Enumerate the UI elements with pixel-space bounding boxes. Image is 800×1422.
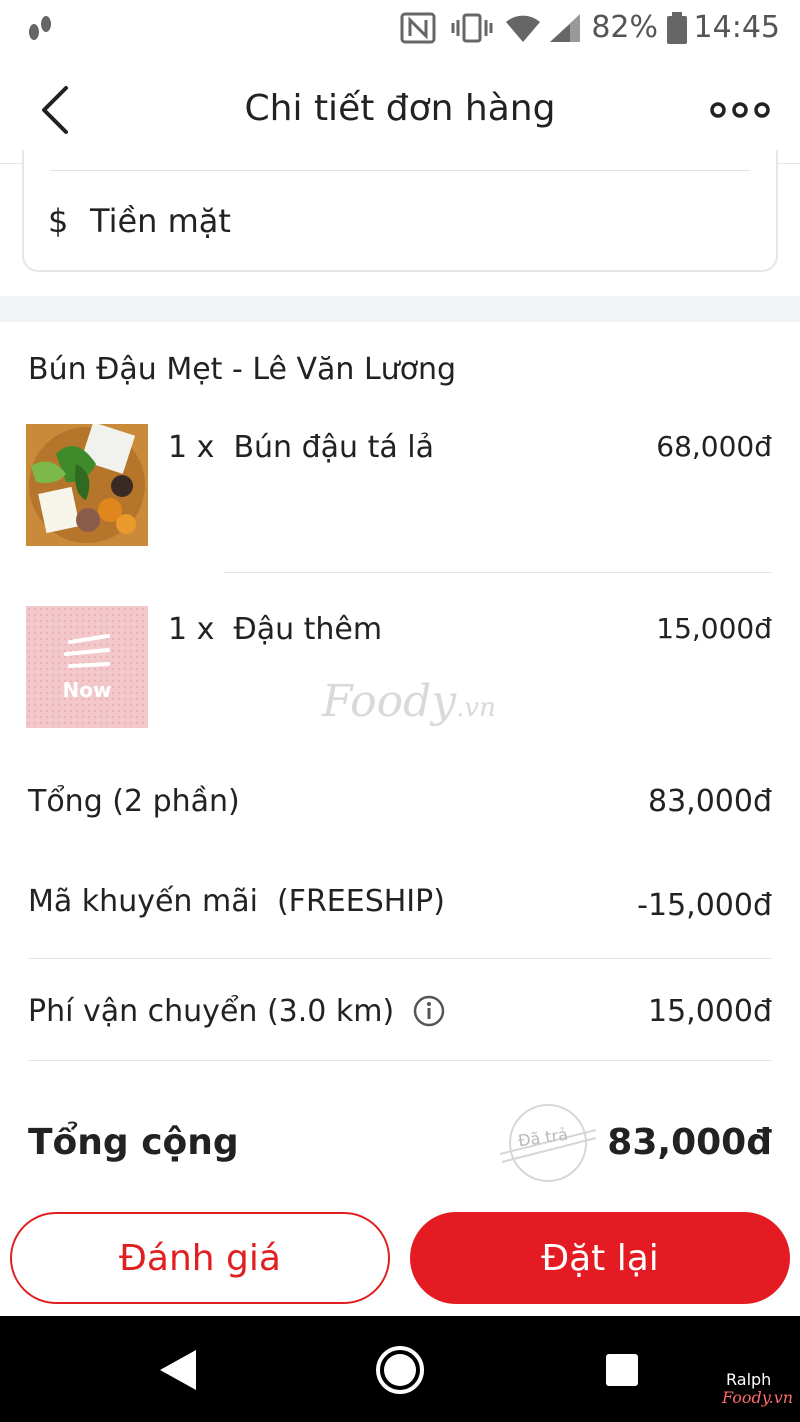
- total-label: Tổng cộng: [28, 1122, 239, 1163]
- battery-percent: 82%: [591, 10, 658, 45]
- promo-label: Mã khuyến mãi (FREESHIP): [28, 884, 445, 919]
- watermark-brand: Foody: [322, 676, 457, 727]
- now-label: Now: [62, 678, 112, 702]
- nav-back-icon[interactable]: [158, 1348, 198, 1392]
- nav-home-icon[interactable]: [374, 1344, 426, 1396]
- review-button[interactable]: Đánh giá: [10, 1212, 390, 1304]
- nav-recents-icon[interactable]: [604, 1352, 640, 1388]
- paid-stamp: Đã trả: [498, 1100, 598, 1186]
- total-row: Tổng cộng 83,000đ: [28, 1122, 772, 1172]
- divider: [28, 958, 772, 959]
- shipping-row: Phí vận chuyển (3.0 km) 15,000đ: [28, 994, 772, 1044]
- divider: [50, 170, 750, 171]
- item-thumbnail: [26, 424, 148, 546]
- info-icon[interactable]: [412, 994, 446, 1028]
- page-title: Chi tiết đơn hàng: [244, 88, 556, 129]
- vibrate-icon: [451, 13, 493, 43]
- shipping-value: 15,000đ: [647, 994, 772, 1029]
- foody-watermark: Foody.vn: [322, 676, 496, 727]
- subtotal-label: Tổng (2 phần): [28, 784, 240, 819]
- item-thumbnail: Now: [26, 606, 148, 728]
- section-gap: [0, 296, 800, 322]
- shipping-label: Phí vận chuyển (3.0 km): [28, 994, 395, 1029]
- system-nav-bar: Ralph Foody.vn: [0, 1316, 800, 1422]
- item-name: 1 x Bún đậu tá lả: [168, 430, 434, 465]
- nfc-icon: [400, 12, 436, 44]
- subtotal-value: 83,000đ: [647, 784, 772, 819]
- promo-row: Mã khuyến mãi (FREESHIP) -15,000đ: [28, 884, 772, 934]
- now-logo-icon: [26, 606, 148, 728]
- battery-icon: [667, 12, 687, 44]
- reorder-button[interactable]: Đặt lại: [410, 1212, 790, 1304]
- signal-icon: [550, 14, 580, 42]
- restaurant-name[interactable]: Bún Đậu Mẹt - Lê Văn Lương: [28, 352, 456, 387]
- total-value: 83,000đ: [607, 1122, 772, 1163]
- more-options-button[interactable]: [710, 100, 770, 120]
- dollar-icon: $: [48, 202, 69, 240]
- footprints-icon: [29, 16, 51, 40]
- clock: 14:45: [693, 10, 780, 45]
- divider: [28, 1060, 772, 1061]
- item-price: 68,000đ: [656, 430, 772, 463]
- order-item: 1 x Bún đậu tá lả 68,000đ: [0, 424, 800, 554]
- subtotal-row: Tổng (2 phần) 83,000đ: [28, 784, 772, 834]
- watermark-user: Ralph: [726, 1370, 772, 1389]
- payment-method-label: Tiền mặt: [90, 202, 231, 240]
- promo-value: -15,000đ: [637, 888, 772, 923]
- divider: [224, 572, 772, 573]
- wifi-icon: [506, 15, 540, 42]
- app-header: Chi tiết đơn hàng: [0, 56, 800, 164]
- watermark-suffix: .vn: [456, 693, 496, 723]
- item-name: 1 x Đậu thêm: [168, 612, 383, 647]
- status-bar: 82% 14:45: [0, 0, 800, 56]
- food-photo: [26, 424, 148, 546]
- item-price: 15,000đ: [656, 612, 772, 645]
- payment-method-card: $ Tiền mặt: [22, 150, 778, 272]
- watermark-logo: Foody.vn: [722, 1388, 794, 1407]
